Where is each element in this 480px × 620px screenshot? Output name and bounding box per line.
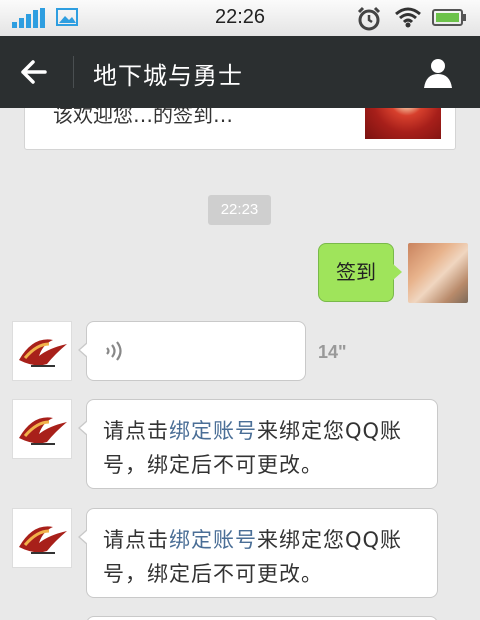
text-message-bubble[interactable] (86, 616, 438, 620)
text-message-bubble[interactable]: 请点击绑定账号来绑定您QQ账号，绑定后不可更改。 (78, 508, 438, 598)
message-text: 请点击绑定账号来绑定您QQ账号，绑定后不可更改。 (103, 414, 423, 482)
official-account-avatar[interactable] (12, 399, 72, 459)
official-account-avatar[interactable] (12, 321, 72, 381)
my-avatar[interactable] (408, 243, 468, 303)
back-button[interactable] (14, 54, 56, 90)
title-bar: 地下城与勇士 (0, 36, 480, 108)
voice-message-bubble[interactable] (78, 321, 306, 381)
sent-message-bubble[interactable]: 签到 (318, 243, 402, 302)
title-divider (73, 56, 74, 88)
battery-icon (432, 9, 466, 26)
time-divider: 22:23 (208, 195, 271, 225)
alarm-icon (356, 6, 382, 32)
wifi-icon (394, 6, 422, 28)
text-message-bubble[interactable]: 请点击绑定账号来绑定您QQ账号，绑定后不可更改。 (78, 399, 438, 489)
message-text: 请点击绑定账号来绑定您QQ账号，绑定后不可更改。 (103, 523, 423, 591)
bind-account-link[interactable]: 绑定账号 (169, 419, 257, 443)
voice-icon (103, 340, 127, 362)
back-arrow-icon (21, 60, 47, 84)
status-bar: 22:26 (0, 0, 480, 36)
profile-icon (424, 59, 452, 88)
profile-button[interactable] (420, 54, 456, 90)
page-title: 地下城与勇士 (93, 62, 243, 90)
voice-duration: 14" (318, 342, 347, 362)
official-account-avatar[interactable] (12, 508, 72, 568)
bind-account-link[interactable]: 绑定账号 (169, 528, 257, 552)
message-text-prefix: 请点击 (103, 419, 169, 443)
message-text-prefix: 请点击 (103, 528, 169, 552)
